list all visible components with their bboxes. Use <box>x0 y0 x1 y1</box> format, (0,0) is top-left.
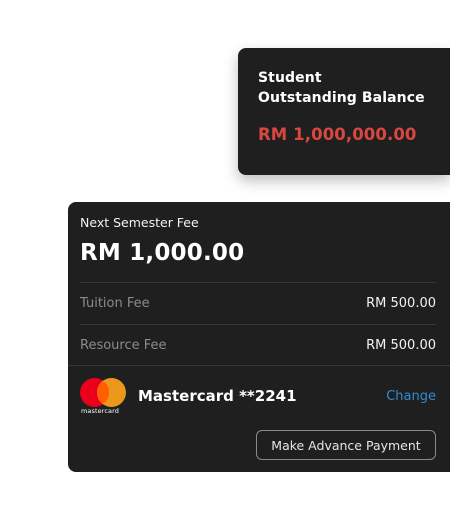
card-name: Mastercard **2241 <box>138 387 297 405</box>
change-card-link[interactable]: Change <box>386 389 436 404</box>
fee-row-tuition: Tuition Fee RM 500.00 <box>80 282 436 324</box>
make-advance-payment-button[interactable]: Make Advance Payment <box>256 430 436 460</box>
fee-card-title: Next Semester Fee <box>80 215 199 230</box>
mastercard-logo-icon: mastercard <box>80 376 126 416</box>
mastercard-wordmark: mastercard <box>81 407 120 415</box>
fee-row-label: Tuition Fee <box>80 296 150 311</box>
balance-card-title: Student Outstanding Balance <box>258 68 450 108</box>
outstanding-balance-card: Student Outstanding Balance RM 1,000,000… <box>238 48 450 175</box>
fee-row-label: Resource Fee <box>80 338 167 353</box>
payment-method-row: mastercard Mastercard **2241 Change <box>80 376 436 418</box>
balance-title-line1: Student <box>258 70 322 86</box>
fee-total-amount: RM 1,000.00 <box>80 240 245 266</box>
divider <box>68 365 450 366</box>
next-semester-fee-card: Next Semester Fee RM 1,000.00 Tuition Fe… <box>68 202 450 472</box>
fee-row-value: RM 500.00 <box>366 296 436 311</box>
outstanding-balance-amount: RM 1,000,000.00 <box>258 125 417 144</box>
fee-row-resource: Resource Fee RM 500.00 <box>80 324 436 366</box>
fee-row-value: RM 500.00 <box>366 338 436 353</box>
page: Student Outstanding Balance RM 1,000,000… <box>0 0 450 520</box>
balance-title-line2: Outstanding Balance <box>258 90 425 106</box>
